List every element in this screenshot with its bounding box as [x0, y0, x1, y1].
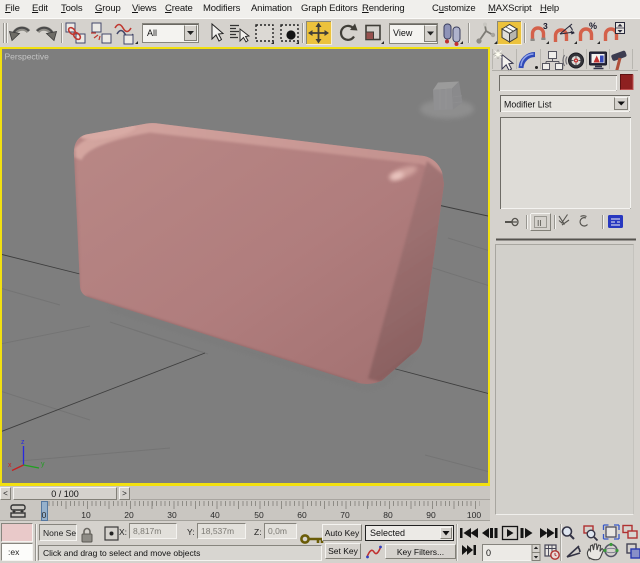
- svg-text:II: II: [537, 218, 542, 228]
- svg-text:0: 0: [486, 548, 491, 558]
- svg-text:Modifier List: Modifier List: [504, 100, 552, 110]
- svg-text:%: %: [589, 21, 597, 31]
- svg-text:x: x: [8, 462, 12, 469]
- svg-text:Perspective: Perspective: [5, 52, 50, 62]
- svg-text:3: 3: [543, 21, 548, 31]
- svg-text:z: z: [21, 439, 25, 446]
- svg-text:y: y: [41, 461, 45, 468]
- svg-text:All: All: [147, 28, 157, 38]
- svg-text:View: View: [393, 28, 413, 38]
